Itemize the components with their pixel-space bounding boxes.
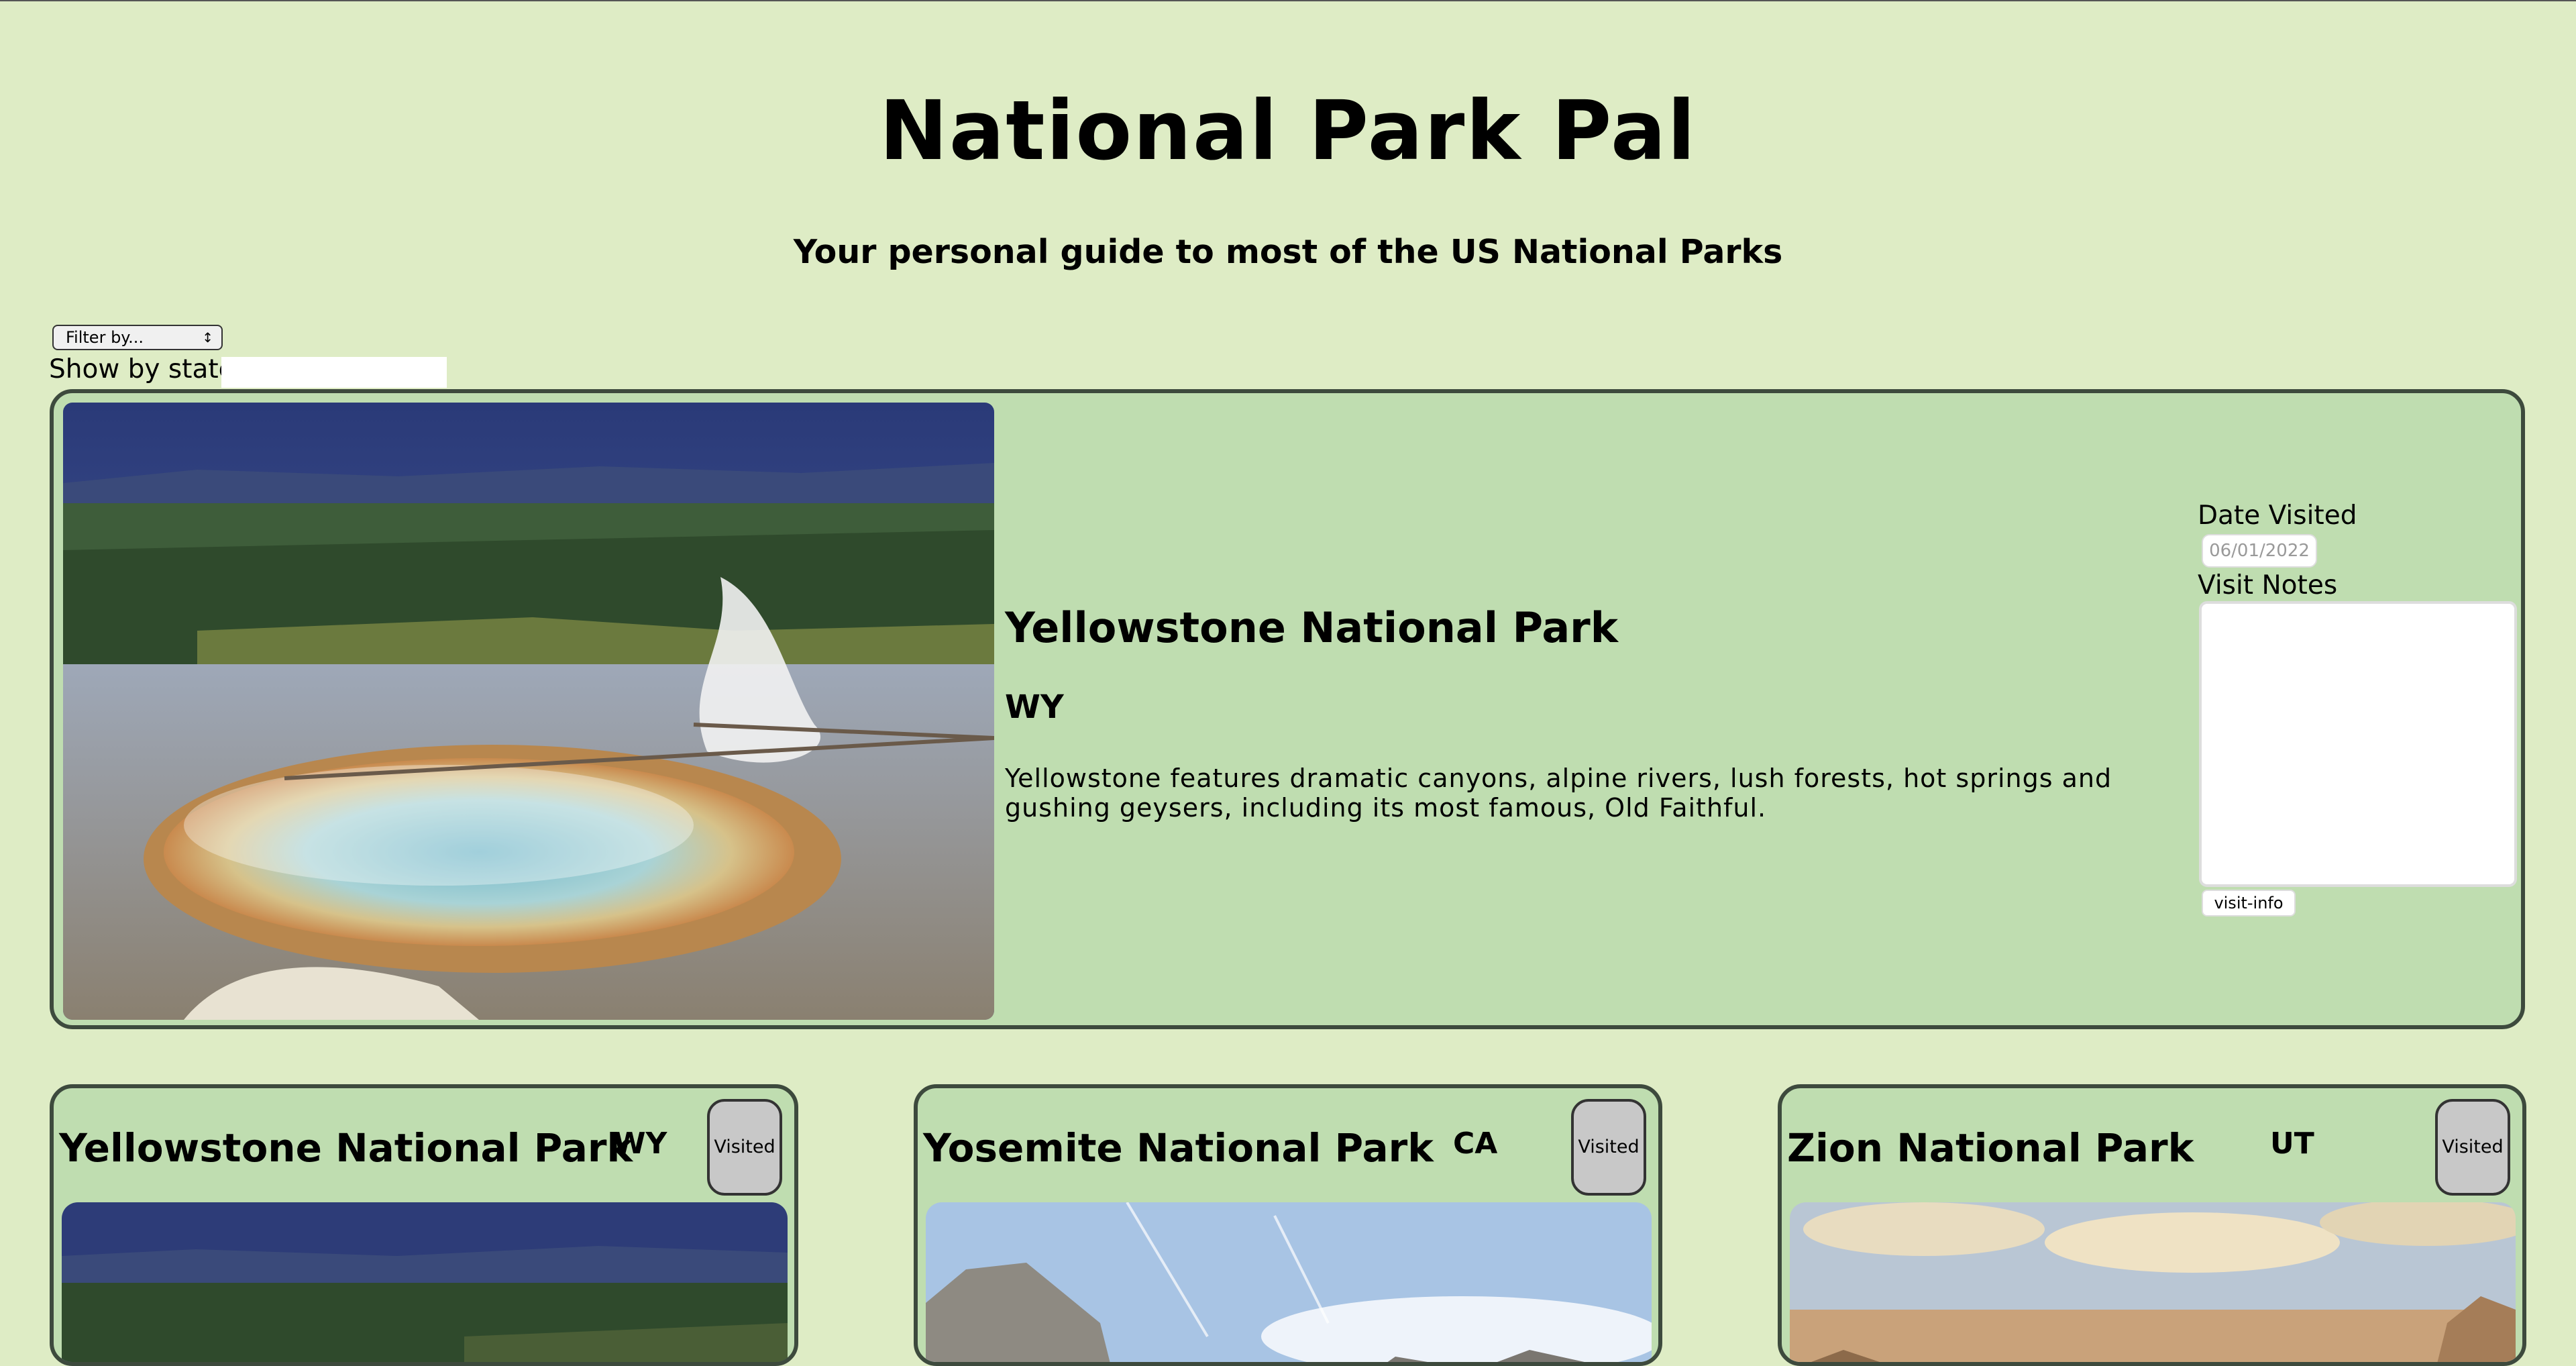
featured-park-name: Yellowstone National Park [1005, 603, 1618, 652]
park-card[interactable]: Yosemite National Park CA Visited [914, 1084, 1662, 1366]
featured-park-photo [63, 403, 994, 1020]
park-card-name: Yosemite National Park [923, 1125, 1434, 1171]
visited-button[interactable]: Visited [707, 1099, 782, 1196]
page-title: National Park Pal [879, 83, 1697, 178]
date-visited-input[interactable]: 06/01/2022 [2202, 534, 2317, 568]
date-visited-label: Date Visited [2198, 501, 2357, 531]
visit-notes-label: Visit Notes [2198, 570, 2338, 600]
park-card[interactable]: Zion National Park UT Visited [1778, 1084, 2526, 1366]
filter-select[interactable]: Filter by... ↕ [52, 325, 223, 350]
visit-notes-textarea[interactable] [2199, 601, 2517, 887]
park-card-name: Zion National Park [1787, 1125, 2194, 1171]
park-card-name: Yellowstone National Park [59, 1125, 633, 1171]
featured-park-state: WY [1005, 688, 1064, 726]
visited-button[interactable]: Visited [1571, 1099, 1646, 1196]
filter-select-label: Filter by... [66, 328, 144, 347]
state-filter-input[interactable] [221, 357, 447, 388]
park-card-photo [926, 1202, 1652, 1362]
park-card-photo [1790, 1202, 2516, 1362]
featured-park-description: Yellowstone features dramatic canyons, a… [1005, 764, 2112, 823]
visited-button[interactable]: Visited [2435, 1099, 2510, 1196]
state-filter-label: Show by state [49, 354, 235, 384]
page-subtitle: Your personal guide to most of the US Na… [793, 233, 1783, 271]
park-card-state: WY [613, 1126, 667, 1161]
updown-chevron-icon: ↕ [202, 329, 213, 346]
visit-info-button[interactable]: visit-info [2202, 890, 2296, 916]
park-card-state: CA [1453, 1126, 1498, 1161]
park-card-state: UT [2270, 1126, 2314, 1161]
park-card[interactable]: Yellowstone National Park WY Visited [50, 1084, 798, 1366]
park-card-photo [62, 1202, 788, 1362]
featured-park-card: Yellowstone National Park WY Yellowstone… [50, 389, 2525, 1029]
